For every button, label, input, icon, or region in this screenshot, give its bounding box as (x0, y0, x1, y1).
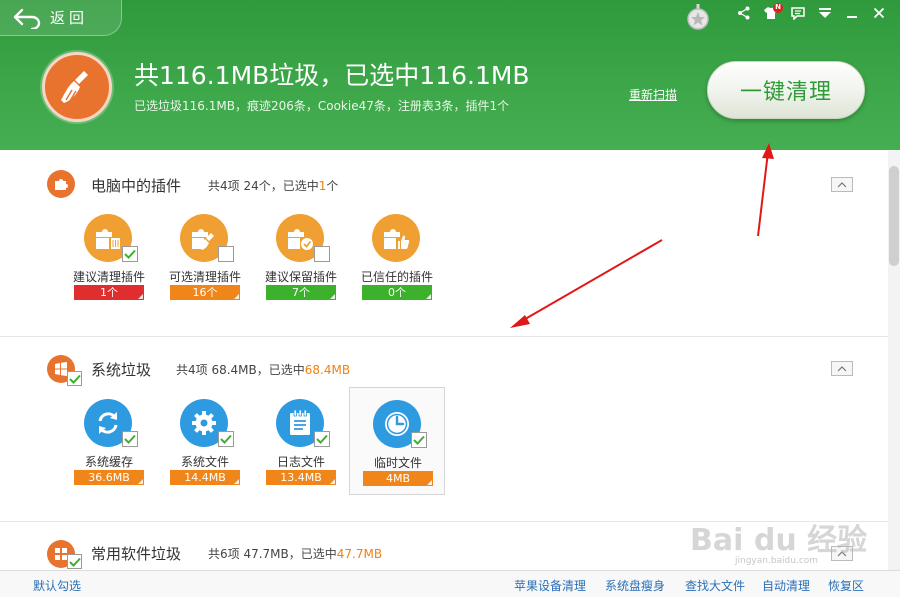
system-disk-slim-link[interactable]: 系统盘瘦身 (605, 577, 665, 594)
restore-area-link[interactable]: 恢复区 (828, 577, 864, 594)
item-size-badge: 14.4MB (170, 470, 240, 485)
item-checkbox[interactable] (218, 246, 234, 262)
section-summary: 共4项 24个，已选中1个 (208, 177, 338, 194)
section-checkbox[interactable] (67, 371, 82, 386)
footer-bar: 默认勾选 苹果设备清理 系统盘瘦身 查找大文件 自动清理 恢复区 (0, 570, 900, 597)
section-summary: 共4项 68.4MB，已选中68.4MB (176, 361, 350, 378)
item-system-cache[interactable]: 系统缓存 36.6MB (61, 399, 157, 507)
item-label: 日志文件 (276, 455, 325, 469)
header-bar: 返回 N 共116.1MB垃圾，已选中116.1MB 已选垃圾116.1MB，痕… (0, 0, 900, 150)
collapse-button[interactable] (831, 177, 853, 192)
checkmark-icon (68, 374, 81, 384)
section-software-junk: 常用软件垃圾 共6项 47.7MB，已选中47.7MB (0, 522, 888, 570)
item-trusted-plugins[interactable]: 已信任的插件 0个 (349, 214, 445, 322)
window-controls: N (730, 2, 892, 24)
summary-highlight: 68.4MB (304, 363, 351, 377)
item-label: 系统文件 (180, 455, 229, 469)
section-system-junk: 系统垃圾 共4项 68.4MB，已选中68.4MB 系统缓存 36.6MB 系统… (0, 337, 888, 521)
one-click-clean-button[interactable]: 一键清理 (707, 61, 865, 119)
puzzle-icon (47, 170, 75, 198)
section-checkbox[interactable] (67, 554, 82, 569)
item-checkbox[interactable] (122, 246, 138, 262)
rescan-link[interactable]: 重新扫描 (629, 86, 677, 103)
item-recommended-clean-plugins[interactable]: 建议清理插件 1个 (61, 214, 157, 322)
checkmark-icon (124, 249, 136, 259)
item-label: 建议清理插件 (72, 270, 145, 284)
item-log-files[interactable]: 日志文件 13.4MB (253, 399, 349, 507)
medal-icon[interactable] (686, 4, 710, 30)
plugin-thumbs-up-icon (372, 214, 420, 262)
checkmark-icon (316, 434, 328, 444)
collapse-button[interactable] (831, 361, 853, 376)
shirt-icon[interactable]: N (757, 2, 784, 24)
broom-icon (42, 52, 112, 122)
item-count-badge: 0个 (362, 285, 432, 300)
summary-prefix: 共4项 68.4MB，已选中 (176, 363, 305, 377)
notification-badge: N (773, 3, 783, 13)
item-temp-files[interactable]: 临时文件 4MB (349, 387, 445, 495)
vertical-scrollbar[interactable] (888, 150, 900, 570)
item-label: 可选清理插件 (168, 270, 241, 284)
checkmark-icon (68, 557, 81, 567)
scan-results-panel: 电脑中的插件 共4项 24个，已选中1个 建议清理插件 1个 可选清理插件 16… (0, 150, 888, 570)
item-count-badge: 16个 (170, 285, 240, 300)
item-size-badge: 4MB (363, 471, 433, 486)
checkmark-icon (220, 434, 232, 444)
menu-dropdown-icon[interactable] (811, 2, 838, 24)
find-large-files-link[interactable]: 查找大文件 (685, 577, 745, 594)
section-title: 系统垃圾 (91, 361, 152, 379)
item-label: 系统缓存 (84, 455, 133, 469)
back-arrow-icon (13, 8, 41, 29)
item-count-badge: 1个 (74, 285, 144, 300)
item-system-files[interactable]: 系统文件 14.4MB (157, 399, 253, 507)
item-size-badge: 13.4MB (266, 470, 336, 485)
chevron-up-icon (837, 365, 847, 371)
item-size-badge: 36.6MB (74, 470, 144, 485)
junk-summary-detail: 已选垃圾116.1MB，痕迹206条，Cookie47条，注册表3条，插件1个 (134, 99, 510, 113)
item-label: 建议保留插件 (264, 270, 337, 284)
summary-highlight: 47.7MB (336, 547, 383, 561)
collapse-button[interactable] (831, 546, 853, 561)
back-label: 返回 (50, 9, 89, 27)
default-select-link[interactable]: 默认勾选 (33, 577, 81, 594)
share-icon[interactable] (730, 2, 757, 24)
auto-clean-link[interactable]: 自动清理 (762, 577, 810, 594)
scrollbar-thumb[interactable] (889, 166, 899, 266)
item-optional-clean-plugins[interactable]: 可选清理插件 16个 (157, 214, 253, 322)
apple-device-clean-link[interactable]: 苹果设备清理 (514, 577, 586, 594)
item-checkbox[interactable] (218, 431, 234, 447)
item-checkbox[interactable] (122, 431, 138, 447)
summary-prefix: 共6项 47.7MB，已选中 (208, 547, 337, 561)
summary-suffix: 个 (326, 179, 339, 193)
item-label: 临时文件 (373, 456, 422, 470)
item-checkbox[interactable] (314, 431, 330, 447)
section-title: 常用软件垃圾 (91, 545, 182, 563)
close-icon[interactable] (865, 2, 892, 24)
item-checkbox[interactable] (314, 246, 330, 262)
message-icon[interactable] (784, 2, 811, 24)
minimize-icon[interactable] (838, 2, 865, 24)
checkmark-icon (413, 435, 425, 445)
item-count-badge: 7个 (266, 285, 336, 300)
summary-prefix: 共4项 24个，已选中 (208, 179, 319, 193)
section-title: 电脑中的插件 (91, 177, 182, 195)
section-plugins: 电脑中的插件 共4项 24个，已选中1个 建议清理插件 1个 可选清理插件 16… (0, 150, 888, 336)
item-label: 已信任的插件 (360, 270, 433, 284)
back-button[interactable]: 返回 (0, 0, 122, 36)
chevron-up-icon (837, 550, 847, 556)
section-summary: 共6项 47.7MB，已选中47.7MB (208, 545, 382, 562)
checkmark-icon (124, 434, 136, 444)
junk-summary-title: 共116.1MB垃圾，已选中116.1MB (134, 61, 530, 90)
chevron-up-icon (837, 181, 847, 187)
item-checkbox[interactable] (411, 432, 427, 448)
item-recommended-keep-plugins[interactable]: 建议保留插件 7个 (253, 214, 349, 322)
